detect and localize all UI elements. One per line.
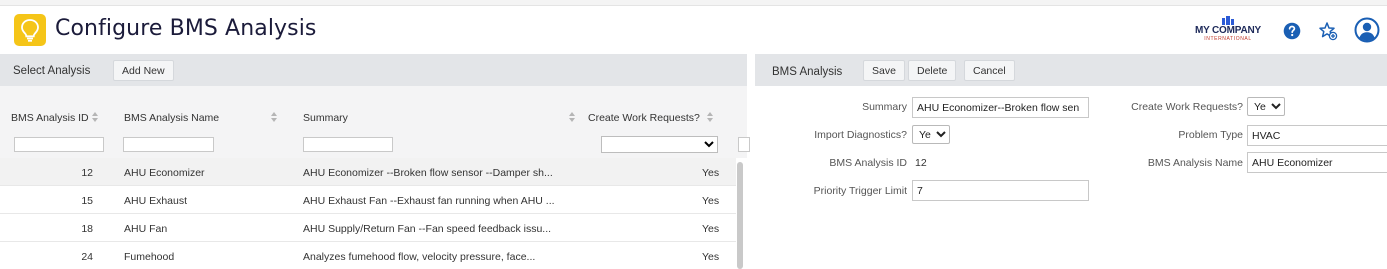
sort-icon[interactable] bbox=[706, 111, 714, 123]
page-title: Configure BMS Analysis bbox=[55, 16, 317, 41]
table-row[interactable]: 18 AHU Fan AHU Supply/Return Fan --Fan s… bbox=[0, 214, 736, 242]
form-title: BMS Analysis bbox=[772, 66, 843, 78]
cell-summary: Analyzes fumehood flow, velocity pressur… bbox=[303, 251, 536, 263]
cell-create-wr: Yes bbox=[702, 167, 720, 179]
cancel-button[interactable]: Cancel bbox=[964, 60, 1015, 81]
column-header-id[interactable]: BMS Analysis ID bbox=[11, 112, 89, 124]
filter-name-input[interactable] bbox=[123, 137, 214, 152]
user-avatar-icon[interactable] bbox=[1353, 16, 1381, 44]
bms-analysis-id-value: 12 bbox=[915, 157, 927, 169]
problem-type-label: Problem Type bbox=[1178, 129, 1243, 141]
import-diagnostics-select[interactable]: Yes bbox=[912, 125, 950, 144]
filter-extra-input[interactable] bbox=[738, 137, 750, 152]
import-diagnostics-label: Import Diagnostics? bbox=[814, 129, 907, 141]
sort-icon[interactable] bbox=[270, 111, 278, 123]
problem-type-input[interactable] bbox=[1247, 125, 1387, 146]
cell-name: AHU Fan bbox=[124, 223, 168, 235]
grid-header: BMS Analysis ID BMS Analysis Name Summar… bbox=[0, 86, 750, 158]
create-work-requests-label: Create Work Requests? bbox=[1131, 101, 1243, 113]
cell-id: 15 bbox=[81, 195, 93, 207]
filter-create-wr-select[interactable] bbox=[601, 136, 718, 153]
priority-trigger-input[interactable] bbox=[912, 180, 1089, 201]
cell-name: AHU Exhaust bbox=[124, 195, 188, 207]
select-analysis-toolbar: Select Analysis Add New bbox=[0, 54, 747, 86]
logo-subtitle: INTERNATIONAL bbox=[1204, 36, 1252, 42]
panel-title: Select Analysis bbox=[13, 65, 91, 77]
table-row[interactable]: 12 AHU Economizer AHU Economizer --Broke… bbox=[0, 158, 736, 186]
top-strip bbox=[0, 0, 1387, 6]
cell-create-wr: Yes bbox=[702, 223, 720, 235]
table-row[interactable]: 24 Fumehood Analyzes fumehood flow, velo… bbox=[0, 242, 736, 269]
cell-summary: AHU Exhaust Fan --Exhaust fan running wh… bbox=[303, 195, 555, 207]
cell-create-wr: Yes bbox=[702, 251, 720, 263]
bms-analysis-name-label: BMS Analysis Name bbox=[1147, 157, 1243, 169]
summary-input[interactable] bbox=[912, 97, 1089, 118]
bms-analysis-form: BMS Analysis Save Delete Cancel Summary … bbox=[755, 54, 1387, 269]
cell-id: 12 bbox=[81, 167, 93, 179]
cell-summary: AHU Supply/Return Fan --Fan speed feedba… bbox=[303, 223, 552, 235]
cell-id: 18 bbox=[81, 223, 93, 235]
save-button[interactable]: Save bbox=[863, 60, 905, 81]
delete-button[interactable]: Delete bbox=[908, 60, 957, 81]
form-toolbar: BMS Analysis Save Delete Cancel bbox=[755, 54, 1387, 86]
logo-name: MY COMPANY bbox=[1195, 25, 1261, 36]
column-header-summary[interactable]: Summary bbox=[303, 112, 348, 124]
cell-summary: AHU Economizer --Broken flow sensor --Da… bbox=[303, 167, 553, 179]
cell-name: Fumehood bbox=[124, 251, 175, 263]
filter-summary-input[interactable] bbox=[303, 137, 393, 152]
vertical-scrollbar[interactable] bbox=[737, 162, 743, 269]
sort-icon[interactable] bbox=[91, 111, 99, 123]
filter-id-input[interactable] bbox=[14, 137, 104, 152]
select-analysis-panel: Select Analysis Add New BMS Analysis ID … bbox=[0, 54, 750, 269]
bms-analysis-id-label: BMS Analysis ID bbox=[829, 157, 907, 169]
create-work-requests-select[interactable]: Yes bbox=[1247, 97, 1285, 116]
sort-icon[interactable] bbox=[568, 111, 576, 123]
table-row[interactable]: 15 AHU Exhaust AHU Exhaust Fan --Exhaust… bbox=[0, 186, 736, 214]
lightbulb-icon bbox=[14, 14, 46, 46]
cell-create-wr: Yes bbox=[702, 195, 720, 207]
cell-id: 24 bbox=[81, 251, 93, 263]
company-logo: MY COMPANY INTERNATIONAL bbox=[1186, 16, 1270, 44]
help-circle-icon[interactable] bbox=[1280, 19, 1304, 43]
column-header-name[interactable]: BMS Analysis Name bbox=[124, 112, 219, 124]
cell-name: AHU Economizer bbox=[124, 167, 205, 179]
summary-label: Summary bbox=[862, 101, 907, 113]
analysis-list: 12 AHU Economizer AHU Economizer --Broke… bbox=[0, 158, 736, 269]
priority-trigger-label: Priority Trigger Limit bbox=[813, 185, 907, 197]
add-new-button[interactable]: Add New bbox=[113, 60, 174, 81]
star-add-icon[interactable] bbox=[1316, 19, 1340, 43]
page-header: Configure BMS Analysis MY COMPANY INTERN… bbox=[0, 7, 1387, 53]
bms-analysis-name-input[interactable] bbox=[1247, 152, 1387, 173]
column-header-create-wr[interactable]: Create Work Requests? bbox=[588, 112, 700, 124]
